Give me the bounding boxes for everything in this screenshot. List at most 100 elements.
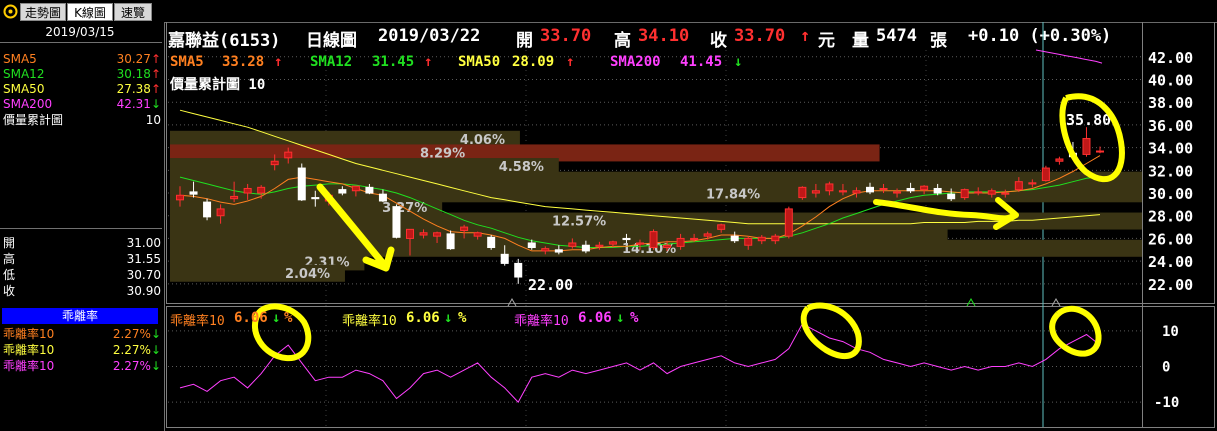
percent-sign: % (458, 310, 467, 326)
arrow-up-icon: ↑ (566, 54, 575, 70)
high-price-label: 35.80 (1066, 111, 1111, 129)
candle-body (676, 237, 685, 247)
candle-body (419, 232, 428, 236)
candle-body (960, 189, 969, 199)
volume-profile-pct: 17.84% (706, 187, 760, 202)
sma50-value: 27.38 (116, 82, 151, 96)
low-price-label: 22.00 (528, 276, 573, 294)
price-axis: 42.00 40.00 38.00 36.00 34.00 32.00 30.00 28.00… (1148, 49, 1193, 411)
price-tick-label: 24.00 (1148, 253, 1193, 271)
tab-intraday[interactable]: 走勢圖 (20, 3, 66, 21)
sma200-label: SMA200 (3, 97, 53, 111)
highlight-circle (1049, 305, 1102, 357)
candle-body (473, 232, 482, 237)
kline-chart[interactable]: 4.06%8.29%4.58%17.84%3.27%12.57%14.10%2.… (166, 22, 1217, 431)
candle-body (514, 262, 523, 278)
candle-body (866, 186, 874, 193)
arrow-down-icon: ↓ (616, 310, 625, 326)
candle-body (974, 191, 983, 194)
volume-profile-legend: 價量累計圖 10 (170, 77, 266, 93)
sma12-label: SMA12 (3, 67, 45, 81)
marker-icon (507, 297, 517, 307)
open-row: 開 31.00 (3, 236, 161, 251)
legend-sma200-label: SMA200 (610, 54, 661, 70)
candle-body (595, 244, 604, 247)
candle-body (460, 226, 469, 231)
low-label: 低 (3, 268, 16, 282)
candle-body (311, 197, 320, 200)
highlight-circle (800, 302, 862, 360)
candle-body (1001, 192, 1010, 195)
bias-panel-title[interactable]: 乖離率 (2, 308, 158, 324)
arrow-down-icon: ↓ (150, 97, 161, 111)
arrow-down-icon: ↓ (150, 359, 161, 373)
candle-body (893, 191, 902, 194)
arrow-up-icon: ↑ (150, 52, 161, 66)
legend-sma5-label: SMA5 (170, 54, 204, 70)
price-tick-label: 32.00 (1148, 162, 1193, 180)
candle-body (622, 237, 631, 241)
price-tick-label: 34.00 (1148, 140, 1193, 158)
tab-kline[interactable]: K線圖 (67, 3, 113, 21)
candle-body (176, 194, 184, 201)
close-value: 30.90 (126, 284, 161, 298)
candle-body (906, 187, 915, 192)
bias-tick-label: -10 (1154, 395, 1179, 411)
percent-sign: % (630, 310, 639, 326)
candle-body (879, 187, 888, 190)
candle-body (568, 242, 577, 247)
marker-icon (1051, 297, 1061, 307)
candle-body (784, 208, 793, 237)
candle-body (243, 187, 252, 194)
open-label: 開 (3, 236, 16, 250)
bias-tick-label: 0 (1162, 360, 1170, 376)
sma12-row: SMA12 30.18↑ (3, 67, 161, 82)
candle-body (690, 237, 699, 241)
candle-body (649, 231, 658, 249)
candle-body (270, 160, 279, 166)
bias-legend-label: 乖離率10 (514, 314, 569, 329)
sma5-value: 30.27 (116, 52, 151, 66)
sma5-row: SMA5 30.27↑ (3, 52, 161, 67)
candle-body (852, 190, 861, 194)
candle-body (203, 201, 212, 218)
candle-body (987, 190, 996, 195)
bias-label: 乖離率10 (3, 327, 55, 341)
arrow-up-icon: ↑ (150, 67, 161, 81)
high-value: 31.55 (126, 252, 161, 266)
high-label: 高 (3, 252, 16, 266)
tab-overview[interactable]: 速覽 (114, 3, 152, 21)
candle-body (433, 232, 442, 237)
candle-body (406, 228, 414, 239)
legend-sma12-label: SMA12 (310, 54, 353, 70)
bias-legend-value: 6.06 (406, 310, 440, 326)
close-label: 收 (3, 284, 16, 298)
sma5-label: SMA5 (3, 52, 37, 66)
bias-row-1: 乖離率10 2.27%↓ (3, 327, 161, 342)
candle-body (920, 185, 929, 191)
bias-label: 乖離率10 (3, 343, 55, 357)
candle-body (541, 248, 550, 252)
sma12-value: 30.18 (116, 67, 151, 81)
legend-sma200-value: 41.45 (680, 54, 723, 70)
candle-body (216, 208, 225, 217)
candle-body (257, 186, 266, 194)
arrow-up-icon: ↑ (424, 54, 433, 70)
volume-profile-row: 價量累計圖 10 (3, 113, 161, 128)
bias-legend-label: 乖離率10 (342, 314, 397, 329)
candle-body (1082, 138, 1091, 155)
bias-label: 乖離率10 (3, 359, 55, 373)
price-tick-label: 28.00 (1148, 208, 1193, 226)
bias-row-2: 乖離率10 2.27%↓ (3, 343, 161, 358)
close-row: 收 30.90 (3, 284, 161, 299)
candle-body (230, 195, 239, 200)
price-tick-label: 30.00 (1148, 185, 1193, 203)
candle-body (284, 151, 293, 159)
candle-body (608, 241, 617, 245)
candle-body (581, 244, 590, 252)
tab-bar: 走勢圖 K線圖 速覽 (0, 0, 1217, 23)
candle-body (365, 186, 374, 194)
price-tick-label: 36.00 (1148, 117, 1193, 135)
highlight-circle (1059, 93, 1125, 183)
settings-icon[interactable] (3, 4, 18, 19)
